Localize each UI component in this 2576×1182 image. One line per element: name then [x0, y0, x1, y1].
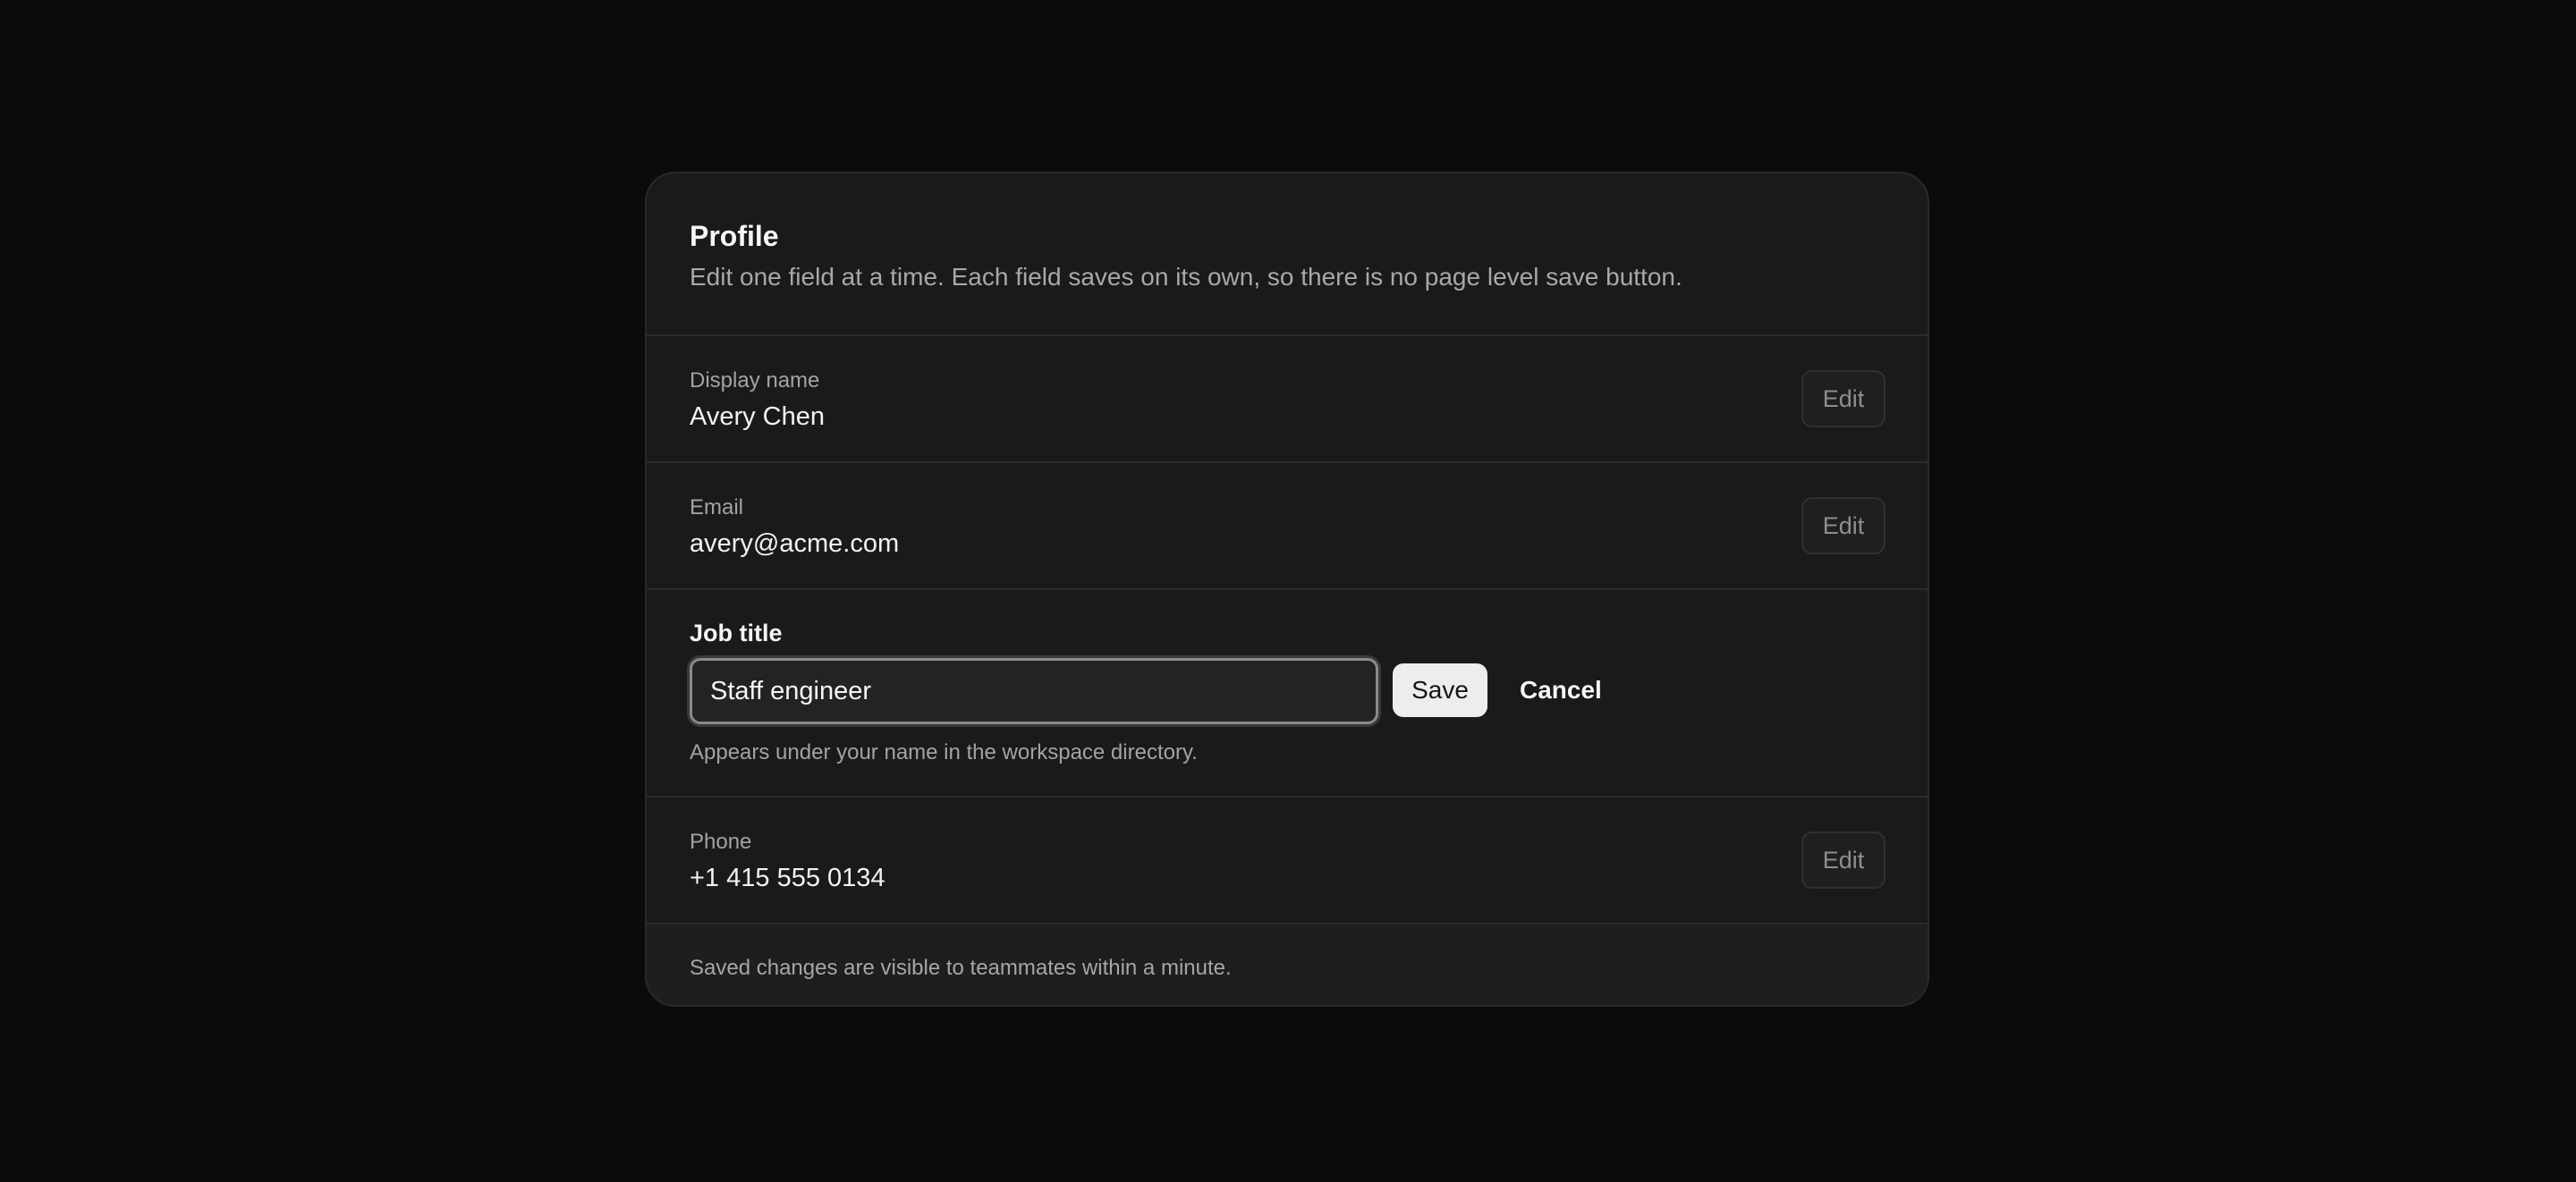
- phone-value: +1 415 555 0134: [690, 864, 886, 892]
- field-row-job-title: Job title Save Cancel Appears under your…: [647, 590, 1928, 798]
- job-title-hint: Appears under your name in the workspace…: [690, 740, 1198, 764]
- edit-email-button[interactable]: Edit: [1801, 497, 1885, 554]
- display-name-value: Avery Chen: [690, 402, 825, 431]
- phone-label: Phone: [690, 830, 752, 854]
- save-button[interactable]: Save: [1393, 663, 1487, 717]
- page-description: Edit one field at a time. Each field sav…: [690, 263, 1682, 291]
- display-name-label: Display name: [690, 368, 820, 393]
- edit-phone-button[interactable]: Edit: [1801, 832, 1885, 889]
- card-footer-note: Saved changes are visible to teammates w…: [647, 924, 1928, 1005]
- field-row-phone: Phone +1 415 555 0134 Edit: [647, 798, 1928, 924]
- cancel-button[interactable]: Cancel: [1509, 663, 1613, 717]
- email-value: avery@acme.com: [690, 529, 900, 558]
- job-title-input[interactable]: [690, 658, 1378, 724]
- page-title: Profile: [690, 220, 779, 252]
- field-row-email: Email avery@acme.com Edit: [647, 463, 1928, 590]
- profile-card: Profile Edit one field at a time. Each f…: [645, 172, 1929, 1007]
- field-row-display-name: Display name Avery Chen Edit: [647, 336, 1928, 463]
- email-label: Email: [690, 495, 744, 519]
- job-title-label: Job title: [690, 620, 783, 646]
- edit-display-name-button[interactable]: Edit: [1801, 370, 1885, 427]
- profile-header: Profile Edit one field at a time. Each f…: [647, 173, 1928, 336]
